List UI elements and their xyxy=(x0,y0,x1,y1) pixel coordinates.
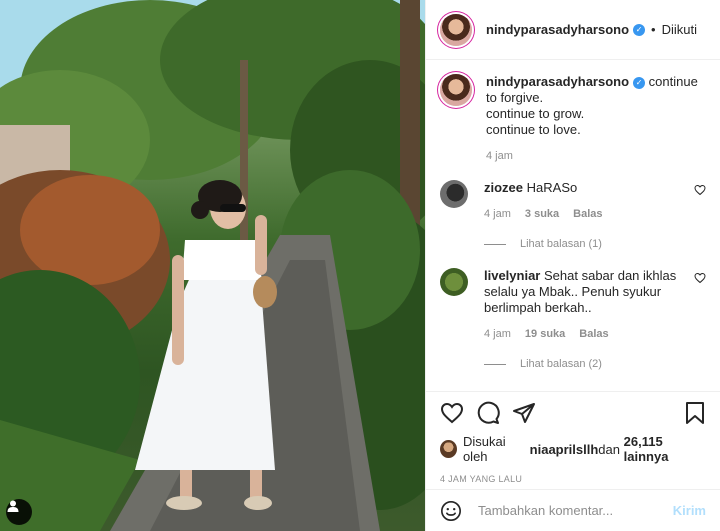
post-timestamp[interactable]: 4 JAM YANG LALU xyxy=(440,474,706,484)
comment-time[interactable]: 4 jam xyxy=(484,326,511,342)
like-button[interactable] xyxy=(440,401,464,425)
comment-text: HaRASo xyxy=(526,180,578,195)
commenter-username[interactable]: ziozee xyxy=(484,180,523,195)
share-button[interactable] xyxy=(512,401,536,425)
commenter-avatar[interactable] xyxy=(440,268,468,296)
comment-input[interactable] xyxy=(476,502,673,519)
replies-divider xyxy=(484,243,506,245)
reply-button[interactable]: Balas xyxy=(579,326,608,342)
heart-icon xyxy=(440,402,464,424)
user-tag-button[interactable] xyxy=(6,499,32,525)
likes-summary: Disukai oleh niaaprilsllh dan 26,115 lai… xyxy=(440,434,706,464)
instagram-post: nindyparasadyharsono ✓ • Diikuti nindypa… xyxy=(0,0,720,531)
liked-by-count[interactable]: 26,115 lainnya xyxy=(624,434,706,464)
caption-time[interactable]: 4 jam xyxy=(486,148,513,164)
action-icons xyxy=(440,400,706,426)
separator-dot: • xyxy=(651,22,656,37)
commenter-username[interactable]: livelyniar xyxy=(484,268,540,283)
paper-plane-icon xyxy=(513,403,535,423)
photo-illustration xyxy=(0,0,425,531)
add-comment-bar: Kirim xyxy=(426,489,720,531)
post-comment-button[interactable]: Kirim xyxy=(673,503,706,518)
view-replies-label: Lihat balasan (2) xyxy=(520,358,602,370)
liker-avatar[interactable] xyxy=(440,440,457,458)
comment-button[interactable] xyxy=(476,401,500,425)
view-replies-button[interactable]: Lihat balasan (1) xyxy=(484,238,706,250)
save-button[interactable] xyxy=(684,401,706,425)
comment-time[interactable]: 4 jam xyxy=(484,206,511,222)
caption-username[interactable]: nindyparasadyharsono xyxy=(486,74,629,89)
post-photo[interactable] xyxy=(0,0,425,531)
liked-by-mid: dan xyxy=(598,441,620,457)
liked-by-prefix: Disukai oleh xyxy=(462,434,506,464)
commenter-avatar[interactable] xyxy=(440,180,468,208)
post-header: nindyparasadyharsono ✓ • Diikuti xyxy=(426,0,720,60)
bookmark-icon xyxy=(686,402,704,424)
verified-badge-icon: ✓ xyxy=(633,76,646,89)
liked-by-user[interactable]: niaaprilsllh xyxy=(530,442,599,457)
verified-badge-icon: ✓ xyxy=(633,23,646,36)
heart-icon[interactable] xyxy=(694,272,706,284)
following-button[interactable]: Diikuti xyxy=(662,22,697,37)
reply-button[interactable]: Balas xyxy=(573,206,602,222)
view-replies-button[interactable]: Lihat balasan (2) xyxy=(484,358,706,370)
caption: nindyparasadyharsono ✓ continue to forgiv… xyxy=(440,74,706,164)
comment-likes[interactable]: 19 suka xyxy=(525,326,565,342)
view-replies-label: Lihat balasan (1) xyxy=(520,238,602,250)
heart-icon[interactable] xyxy=(694,184,706,196)
comment-item: livelyniar Sehat sabar dan ikhlas selalu… xyxy=(440,268,706,342)
person-icon xyxy=(7,500,19,512)
emoji-icon[interactable] xyxy=(440,500,462,522)
comment-item: ziozee HaRASo 4 jam 3 suka Balas xyxy=(440,180,706,222)
comment-likes[interactable]: 3 suka xyxy=(525,206,559,222)
post-actions: Disukai oleh niaaprilsllh dan 26,115 lai… xyxy=(426,391,720,489)
author-avatar[interactable] xyxy=(440,13,472,46)
comments-section: nindyparasadyharsono ✓ continue to forgiv… xyxy=(426,60,720,391)
post-side-panel: nindyparasadyharsono ✓ • Diikuti nindypa… xyxy=(425,0,720,531)
caption-avatar[interactable] xyxy=(440,74,472,106)
author-username[interactable]: nindyparasadyharsono xyxy=(486,22,629,37)
replies-divider xyxy=(484,363,506,365)
comment-bubble-icon xyxy=(477,401,500,424)
